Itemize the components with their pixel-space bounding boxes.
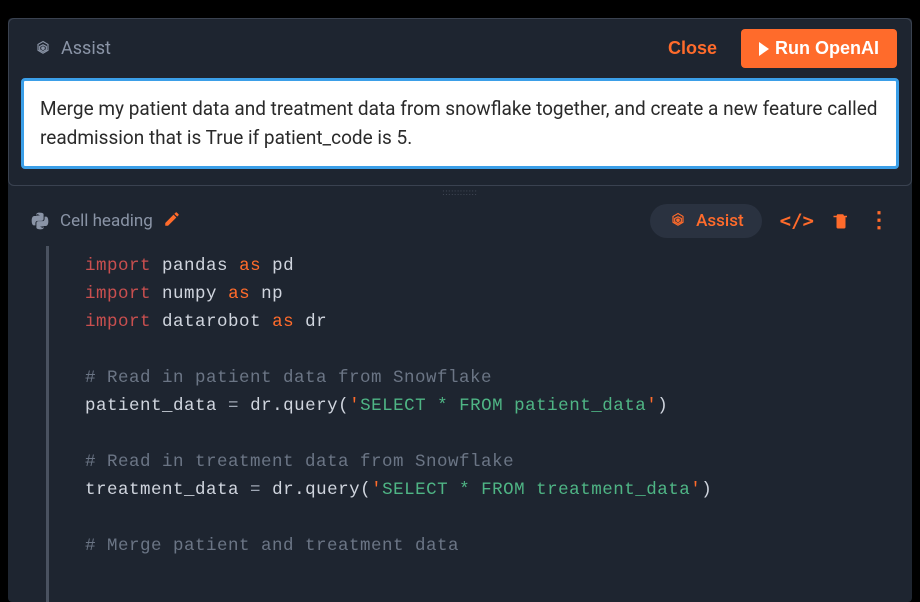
pencil-icon[interactable] <box>163 210 181 233</box>
play-icon <box>759 42 769 56</box>
cell-heading-label: Cell heading <box>60 211 153 231</box>
cell-toolbar: Cell heading Assist <box>8 198 912 246</box>
cell-container: Cell heading Assist <box>8 198 912 602</box>
code-line: # Read in patient data from Snowflake <box>85 364 872 392</box>
resize-handle[interactable]: :::::::::::: <box>8 188 912 198</box>
toolbar-right: Assist </> ⋮ <box>650 204 890 238</box>
code-line: # Read in treatment data from Snowflake <box>85 448 872 476</box>
close-button-label: Close <box>668 38 717 58</box>
code-line <box>85 420 872 448</box>
trash-icon[interactable] <box>832 211 850 231</box>
openai-icon <box>33 39 53 59</box>
more-menu-icon[interactable]: ⋮ <box>868 210 890 232</box>
code-editor[interactable]: import pandas as pdimport numpy as npimp… <box>46 246 892 602</box>
close-button[interactable]: Close <box>660 30 725 67</box>
code-toggle-button[interactable]: </> <box>780 210 814 232</box>
code-line: treatment_data = dr.query('SELECT * FROM… <box>85 476 872 504</box>
main-container: Assist Close Run OpenAI :::::::::::: <box>8 18 912 602</box>
code-line: import datarobot as dr <box>85 308 872 336</box>
prompt-container <box>9 78 911 185</box>
run-openai-button[interactable]: Run OpenAI <box>741 29 897 68</box>
prompt-textarea[interactable] <box>21 78 899 169</box>
python-icon <box>30 211 50 231</box>
code-line <box>85 504 872 532</box>
assist-pill-button[interactable]: Assist <box>650 204 762 238</box>
run-button-label: Run OpenAI <box>775 38 879 59</box>
code-line: # Merge patient and treatment data <box>85 532 872 560</box>
assist-title-group: Assist <box>33 38 111 59</box>
toolbar-left: Cell heading <box>30 210 181 233</box>
code-line: import numpy as np <box>85 280 872 308</box>
assist-panel: Assist Close Run OpenAI <box>8 18 912 186</box>
code-line: patient_data = dr.query('SELECT * FROM p… <box>85 392 872 420</box>
openai-icon-orange <box>668 211 688 231</box>
assist-actions: Close Run OpenAI <box>660 29 897 68</box>
assist-header: Assist Close Run OpenAI <box>9 19 911 78</box>
code-line <box>85 336 872 364</box>
code-line: import pandas as pd <box>85 252 872 280</box>
assist-title: Assist <box>61 38 111 59</box>
assist-pill-label: Assist <box>696 211 744 231</box>
